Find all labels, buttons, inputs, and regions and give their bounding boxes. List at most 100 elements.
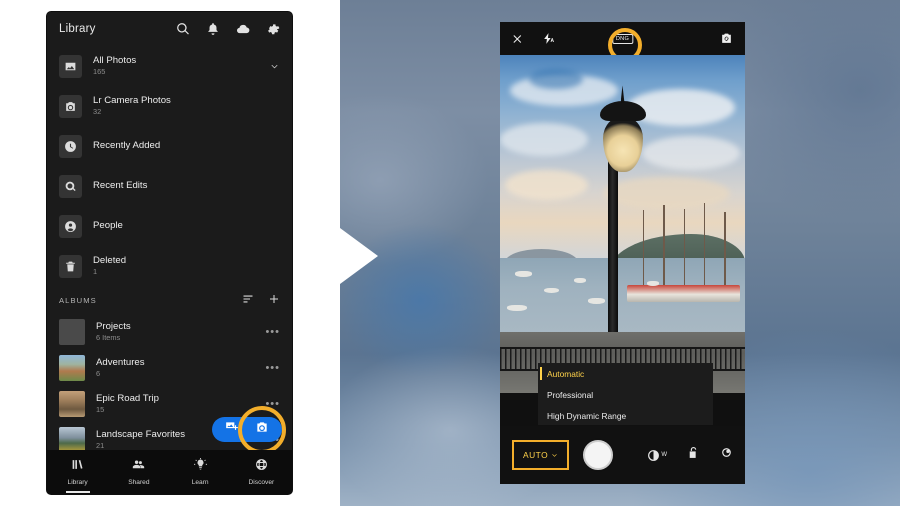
camera-icon: [59, 94, 82, 118]
menu-item-high-dynamic-range[interactable]: High Dynamic Range: [538, 405, 713, 426]
fence-rail-top: [500, 347, 745, 349]
sort-icon[interactable]: [242, 293, 254, 307]
camera-tools: W: [647, 446, 733, 464]
boat: [647, 281, 660, 286]
flash-auto-icon[interactable]: [542, 32, 555, 45]
album-title: Adventures: [96, 357, 145, 368]
boat: [588, 298, 606, 304]
camera-phone-mockup: DNG Automatic Professional High Dynamic …: [500, 22, 745, 484]
album-thumbnail: [59, 319, 85, 345]
library-item-title: Recent Edits: [93, 180, 148, 191]
edit-icon: [59, 174, 82, 198]
album-title: Projects: [96, 321, 131, 332]
chevron-down-icon[interactable]: [269, 61, 280, 72]
shutter-button[interactable]: [583, 440, 614, 470]
album-overflow-menu[interactable]: •••: [265, 399, 280, 410]
dng-format-badge[interactable]: DNG: [611, 33, 634, 44]
nav-label: Learn: [191, 479, 209, 486]
bottom-navigation: Library Shared Learn Discover: [47, 450, 292, 494]
library-item-lr-camera-photos[interactable]: Lr Camera Photos 32: [47, 86, 292, 126]
white-balance-label: W: [661, 452, 667, 458]
album-overflow-menu[interactable]: •••: [265, 327, 280, 338]
library-item-recently-added[interactable]: Recently Added: [47, 126, 292, 166]
cloud: [642, 136, 741, 170]
album-thumbnail: [59, 355, 85, 381]
person-icon: [59, 214, 82, 238]
chevron-down-icon: [552, 453, 557, 457]
library-header: Library: [47, 12, 292, 46]
camera-viewfinder[interactable]: [500, 55, 745, 393]
library-item-count: 32: [93, 107, 102, 116]
album-count: 6: [96, 369, 101, 378]
street-lamp-cap: [599, 100, 646, 121]
white-balance-icon[interactable]: W: [647, 449, 667, 462]
add-photos-icon[interactable]: [225, 420, 239, 439]
library-item-count: 1: [93, 267, 98, 276]
library-item-people[interactable]: People: [47, 206, 292, 246]
bell-icon[interactable]: [206, 22, 220, 36]
library-item-count: 165: [93, 67, 106, 76]
learn-icon: [193, 458, 207, 476]
camera-flip-icon[interactable]: [720, 32, 733, 45]
library-item-deleted[interactable]: Deleted 1: [47, 246, 292, 286]
plus-icon[interactable]: [268, 293, 280, 307]
nav-item-library[interactable]: Library: [47, 458, 108, 493]
close-icon[interactable]: [512, 33, 524, 45]
album-title: Epic Road Trip: [96, 393, 159, 404]
unlock-icon[interactable]: [687, 446, 700, 464]
photo-icon: [59, 54, 82, 78]
screenshot-stage: Library All Photos 165 Lr Camera Photos …: [0, 0, 900, 506]
menu-item-professional[interactable]: Professional: [538, 384, 713, 405]
capture-mode-menu[interactable]: Automatic Professional High Dynamic Rang…: [538, 363, 713, 425]
boat: [514, 271, 532, 277]
library-item-title: Deleted: [93, 255, 127, 266]
floating-action-bar[interactable]: [212, 417, 282, 442]
page-title: Library: [59, 23, 96, 35]
album-count: 6 Items: [96, 333, 121, 342]
album-thumbnail: [59, 391, 85, 417]
album-row[interactable]: Projects 6 Items •••: [47, 314, 292, 350]
albums-section-header: ALBUMS: [47, 286, 292, 314]
album-count: 15: [96, 405, 105, 414]
boat: [573, 278, 586, 283]
search-icon[interactable]: [176, 22, 190, 36]
boat: [507, 305, 527, 311]
nav-item-shared[interactable]: Shared: [108, 458, 169, 486]
discover-icon: [255, 458, 268, 476]
album-row[interactable]: Adventures 6 •••: [47, 350, 292, 386]
cloud-icon[interactable]: [236, 22, 250, 36]
camera-bottom-bar: AUTO W: [500, 426, 745, 484]
album-title: Landscape Favorites: [96, 429, 186, 440]
nav-label: Discover: [248, 479, 275, 486]
camera-top-bar: DNG: [500, 22, 745, 55]
library-item-recent-edits[interactable]: Recent Edits: [47, 166, 292, 206]
albums-label: ALBUMS: [59, 295, 97, 305]
cloud: [627, 88, 736, 126]
header-icon-group: [176, 22, 280, 36]
capture-mode-label: AUTO: [523, 450, 549, 460]
menu-item-automatic[interactable]: Automatic: [538, 363, 713, 384]
shared-icon: [132, 458, 145, 476]
nav-label: Shared: [128, 479, 150, 486]
album-overflow-menu[interactable]: •••: [265, 363, 280, 374]
exposure-icon[interactable]: [720, 446, 733, 464]
library-item-title: Recently Added: [93, 140, 161, 151]
library-item-title: All Photos: [93, 55, 137, 66]
library-icon: [71, 458, 84, 476]
library-item-all-photos[interactable]: All Photos 165: [47, 46, 292, 86]
nav-active-indicator: [65, 491, 90, 493]
gear-icon[interactable]: [266, 22, 280, 36]
trash-icon: [59, 254, 82, 278]
cloud: [500, 122, 589, 157]
library-item-title: People: [93, 220, 123, 231]
nav-label: Library: [67, 479, 88, 486]
library-item-title: Lr Camera Photos: [93, 95, 171, 106]
schooner-hull: [627, 284, 741, 302]
camera-icon[interactable]: [255, 420, 269, 439]
library-phone-mockup: Library All Photos 165 Lr Camera Photos …: [47, 12, 292, 494]
nav-item-discover[interactable]: Discover: [231, 458, 292, 486]
cloud: [529, 68, 584, 89]
capture-mode-button[interactable]: AUTO: [512, 440, 570, 470]
nav-item-learn[interactable]: Learn: [170, 458, 231, 486]
clock-icon: [59, 134, 82, 158]
